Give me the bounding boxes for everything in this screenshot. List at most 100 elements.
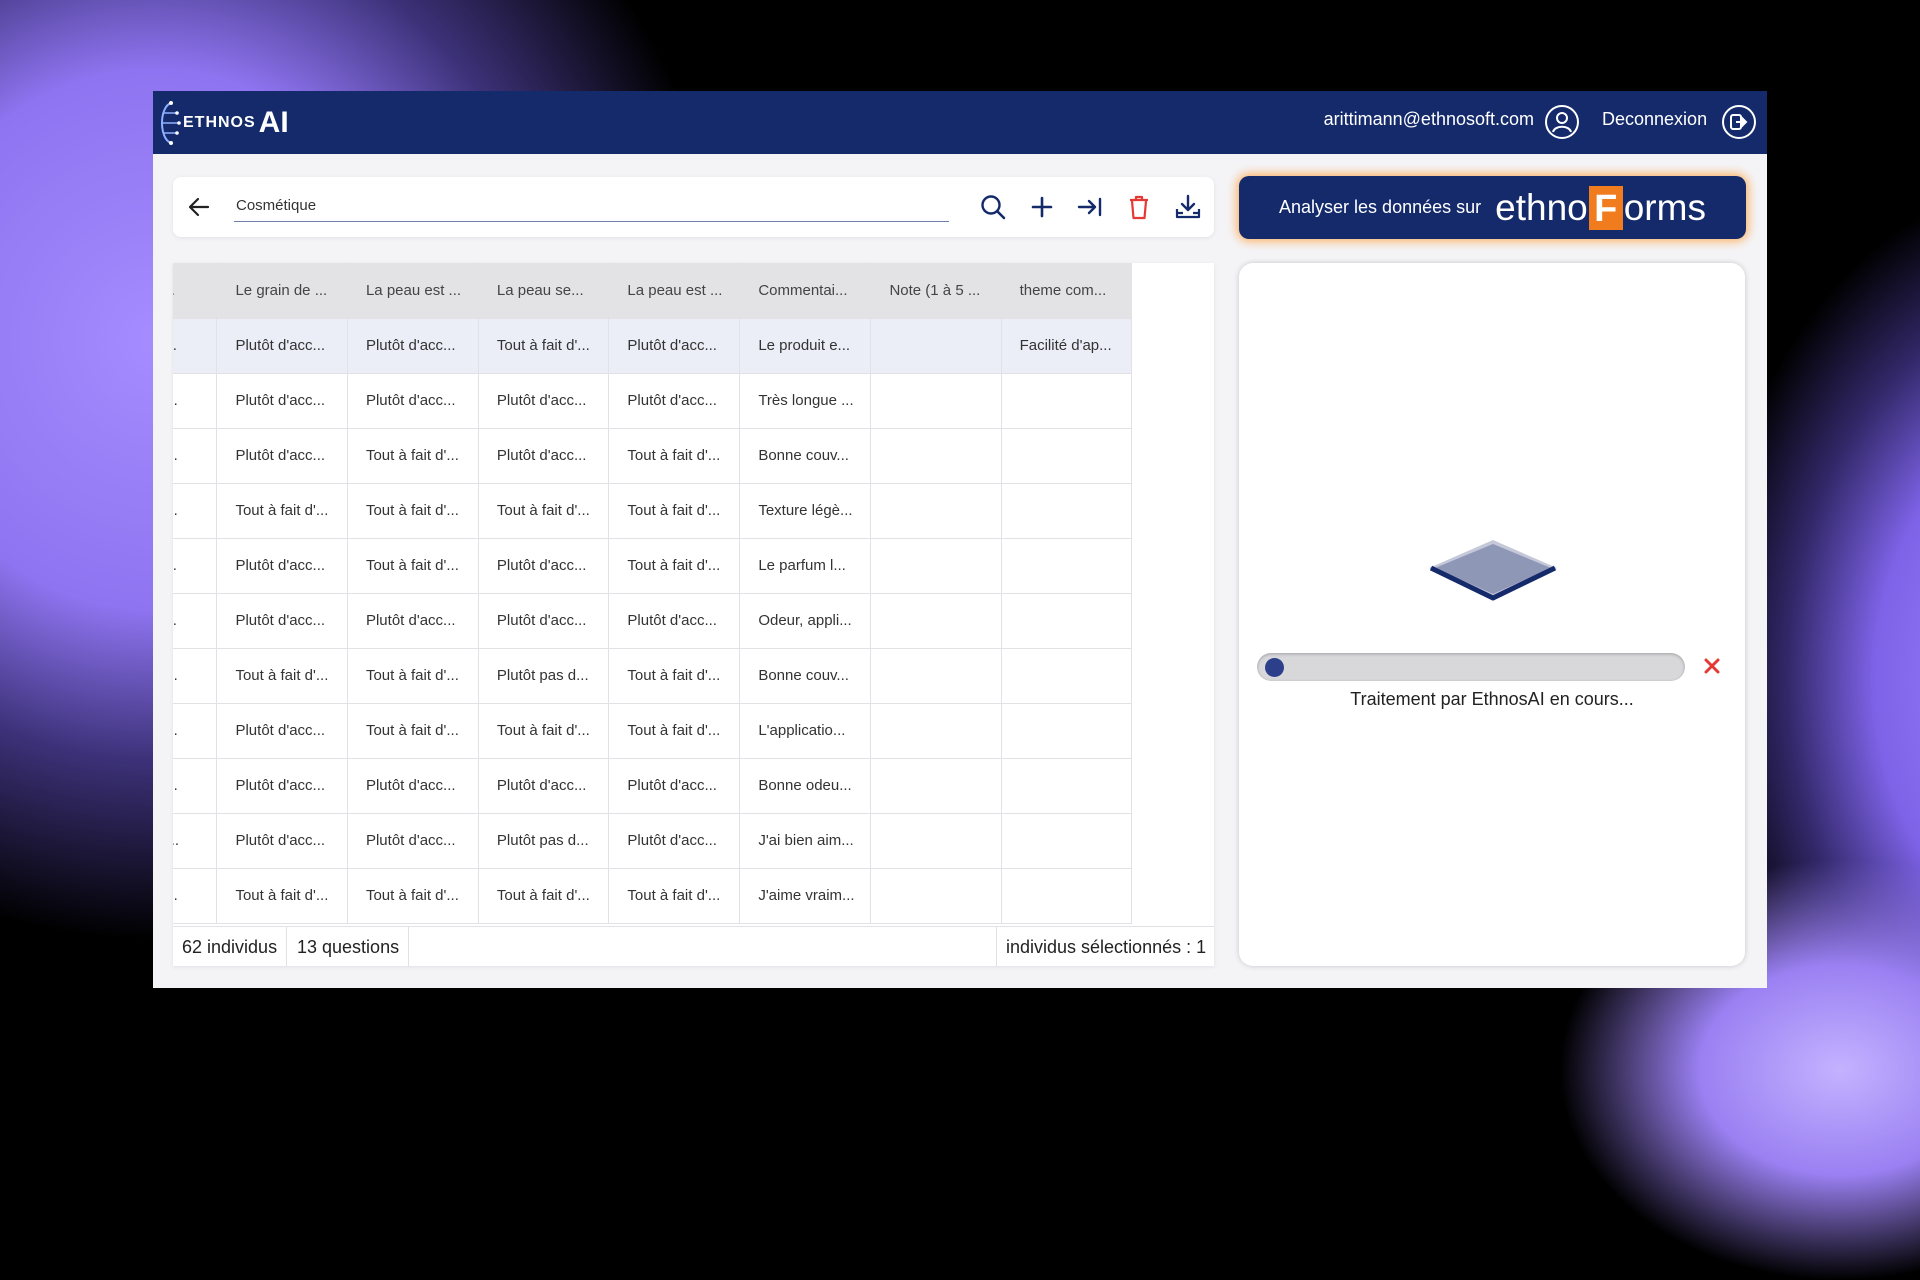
table-cell[interactable]: t à fait d'... [173, 758, 218, 814]
table-cell[interactable]: Le produit e... [739, 318, 872, 374]
table-cell[interactable] [870, 373, 1002, 429]
table-cell[interactable]: L'applicatio... [739, 703, 872, 759]
table-cell[interactable]: Plutôt d'acc... [347, 373, 479, 429]
table-row[interactable]: t à fait d'...Tout à fait d'...Tout à fa… [173, 483, 1133, 539]
table-cell[interactable]: Plutôt d'acc... [478, 428, 610, 484]
table-row[interactable]: t à fait d'...Plutôt d'acc...Tout à fait… [173, 428, 1133, 484]
table-cell[interactable]: Bonne odeu... [739, 758, 872, 814]
table-cell[interactable] [1001, 813, 1133, 869]
ethnosai-logo[interactable]: ETHNOS AI [157, 99, 289, 147]
table-cell[interactable]: Plutôt d'acc... [216, 758, 348, 814]
table-cell[interactable]: Tout à fait d'... [608, 538, 741, 594]
logout-icon[interactable] [1721, 104, 1757, 140]
column-header[interactable]: theme com... [1001, 263, 1133, 319]
table-cell[interactable]: Tout à fait d'... [347, 428, 479, 484]
table-cell[interactable]: t à fait d'... [173, 868, 218, 924]
table-cell[interactable]: Tout à fait d'... [347, 703, 479, 759]
table-row[interactable]: tôt d'acc...Plutôt d'acc...Plutôt d'acc.… [173, 318, 1133, 374]
table-cell[interactable]: Plutôt d'acc... [608, 593, 741, 649]
table-cell[interactable]: Plutôt d'acc... [608, 813, 741, 869]
table-cell[interactable]: Plutôt d'acc... [478, 758, 610, 814]
table-cell[interactable]: tôt pas d... [173, 813, 218, 869]
table-cell[interactable]: Tout à fait d'... [478, 483, 610, 539]
table-cell[interactable]: Tout à fait d'... [608, 648, 741, 704]
table-cell[interactable]: t à fait d'... [173, 428, 218, 484]
table-cell[interactable]: tôt d'acc... [173, 538, 218, 594]
search-icon[interactable] [978, 192, 1008, 222]
column-header[interactable]: La peau se... [478, 263, 610, 319]
table-row[interactable]: tôt pas d...Plutôt d'acc...Plutôt d'acc.… [173, 813, 1133, 869]
table-cell[interactable]: J'aime vraim... [739, 868, 872, 924]
table-cell[interactable]: t à fait d'... [173, 703, 218, 759]
table-cell[interactable]: Plutôt d'acc... [347, 758, 479, 814]
table-cell[interactable]: Plutôt d'acc... [478, 373, 610, 429]
table-cell[interactable]: Odeur, appli... [739, 593, 872, 649]
table-cell[interactable]: Texture légè... [739, 483, 872, 539]
table-row[interactable]: t à fait d'...Plutôt d'acc...Plutôt d'ac… [173, 373, 1133, 429]
delete-icon[interactable] [1124, 192, 1154, 222]
table-cell[interactable]: Tout à fait d'... [608, 703, 741, 759]
column-header[interactable]: Note (1 à 5 ... [870, 263, 1002, 319]
table-row[interactable]: t à fait d'...Plutôt d'acc...Tout à fait… [173, 703, 1133, 759]
table-cell[interactable]: Plutôt d'acc... [608, 373, 741, 429]
table-cell[interactable]: Plutôt d'acc... [478, 593, 610, 649]
table-cell[interactable]: Plutôt d'acc... [216, 373, 348, 429]
table-row[interactable]: tôt d'acc...Plutôt d'acc...Tout à fait d… [173, 538, 1133, 594]
table-cell[interactable] [870, 538, 1002, 594]
table-cell[interactable]: Bonne couv... [739, 648, 872, 704]
table-cell[interactable]: Plutôt pas d... [478, 813, 610, 869]
table-cell[interactable] [870, 483, 1002, 539]
table-cell[interactable] [870, 813, 1002, 869]
user-account-icon[interactable] [1544, 104, 1580, 140]
table-cell[interactable]: Tout à fait d'... [347, 648, 479, 704]
table-cell[interactable]: Bonne couv... [739, 428, 872, 484]
table-row[interactable]: t à fait d'...Tout à fait d'...Tout à fa… [173, 648, 1133, 704]
table-cell[interactable]: Plutôt d'acc... [216, 428, 348, 484]
download-icon[interactable] [1173, 192, 1203, 222]
table-cell[interactable]: Très longue ... [739, 373, 872, 429]
table-cell[interactable] [870, 593, 1002, 649]
table-cell[interactable] [1001, 703, 1133, 759]
table-cell[interactable]: Le parfum l... [739, 538, 872, 594]
table-cell[interactable]: t à fait d'... [173, 483, 218, 539]
table-scroll-area[interactable]: peau se...Le grain de ...La peau est ...… [173, 263, 1214, 926]
table-cell[interactable]: Facilité d'ap... [1001, 318, 1133, 374]
table-cell[interactable]: Tout à fait d'... [608, 428, 741, 484]
table-cell[interactable] [1001, 593, 1133, 649]
table-cell[interactable]: Plutôt pas d... [478, 648, 610, 704]
analyze-ethnoforms-button[interactable]: Analyser les données sur ethno F orms [1239, 176, 1746, 239]
table-cell[interactable] [1001, 648, 1133, 704]
table-cell[interactable]: Tout à fait d'... [347, 538, 479, 594]
table-cell[interactable] [1001, 483, 1133, 539]
add-icon[interactable] [1027, 192, 1057, 222]
table-cell[interactable] [870, 428, 1002, 484]
table-cell[interactable]: tôt d'acc... [173, 318, 218, 374]
table-cell[interactable]: tôt d'acc... [173, 593, 218, 649]
table-cell[interactable]: Tout à fait d'... [478, 703, 610, 759]
table-cell[interactable]: Tout à fait d'... [608, 483, 741, 539]
table-cell[interactable]: t à fait d'... [173, 373, 218, 429]
table-cell[interactable]: Plutôt d'acc... [347, 318, 479, 374]
move-to-end-icon[interactable] [1075, 192, 1105, 222]
column-header[interactable]: Commentai... [739, 263, 872, 319]
table-cell[interactable] [870, 318, 1002, 374]
table-cell[interactable]: Plutôt d'acc... [347, 813, 479, 869]
table-cell[interactable]: t à fait d'... [173, 648, 218, 704]
table-cell[interactable]: Tout à fait d'... [347, 483, 479, 539]
table-cell[interactable] [1001, 373, 1133, 429]
table-cell[interactable]: Plutôt d'acc... [608, 318, 741, 374]
table-cell[interactable] [870, 758, 1002, 814]
column-header[interactable]: La peau est ... [608, 263, 741, 319]
table-cell[interactable] [1001, 758, 1133, 814]
search-input[interactable] [234, 189, 949, 222]
table-row[interactable]: t à fait d'...Tout à fait d'...Tout à fa… [173, 868, 1133, 924]
table-cell[interactable]: Plutôt d'acc... [216, 813, 348, 869]
table-cell[interactable]: Tout à fait d'... [216, 648, 348, 704]
table-cell[interactable]: Tout à fait d'... [347, 868, 479, 924]
logout-button[interactable]: Deconnexion [1602, 109, 1707, 130]
table-cell[interactable]: Plutôt d'acc... [216, 318, 348, 374]
cancel-icon[interactable] [1698, 652, 1726, 680]
table-cell[interactable]: Tout à fait d'... [478, 318, 610, 374]
table-cell[interactable]: Plutôt d'acc... [216, 593, 348, 649]
table-cell[interactable] [870, 703, 1002, 759]
